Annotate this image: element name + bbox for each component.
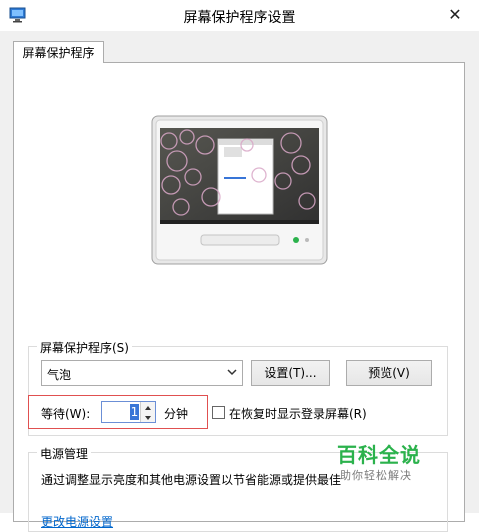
power-group-label: 电源管理 <box>37 445 92 462</box>
resume-login-label[interactable]: 在恢复时显示登录屏幕(R) <box>229 405 367 422</box>
resume-login-checkbox[interactable] <box>212 406 225 419</box>
tab-screensaver[interactable]: 屏幕保护程序 <box>13 41 104 63</box>
stepper-down-button[interactable] <box>140 412 155 422</box>
wait-label: 等待(W): <box>41 407 91 421</box>
watermark-subtitle: 助你轻松解决 <box>340 469 412 482</box>
change-power-settings-link[interactable]: 更改电源设置 <box>41 513 113 530</box>
watermark-title: 百科全说 <box>337 443 421 467</box>
chevron-down-icon <box>227 369 237 376</box>
screensaver-select[interactable]: 气泡 <box>41 360 243 386</box>
screensaver-group-label: 屏幕保护程序(S) <box>37 339 132 356</box>
title-bar: 屏幕保护程序设置 ✕ <box>0 0 479 31</box>
dialog-body: 屏幕保护程序 屏幕保护程序(S) 气泡 设置(T)... 预览(V) 等待(W)… <box>0 31 479 532</box>
screensaver-preview <box>151 115 328 265</box>
power-description: 通过调整显示亮度和其他电源设置以节省能源或提供最佳 <box>41 473 341 487</box>
wait-minutes-stepper[interactable]: 1 <box>101 401 156 423</box>
preview-button[interactable]: 预览(V) <box>346 360 432 386</box>
chevron-down-small-icon <box>145 416 151 420</box>
screensaver-select-value: 气泡 <box>47 368 72 382</box>
close-icon: ✕ <box>448 5 462 24</box>
settings-button[interactable]: 设置(T)... <box>251 360 330 386</box>
window-title: 屏幕保护程序设置 <box>183 10 296 26</box>
close-button[interactable]: ✕ <box>440 5 470 25</box>
wait-minutes-value: 1 <box>130 404 139 420</box>
wait-unit-label: 分钟 <box>164 407 189 421</box>
